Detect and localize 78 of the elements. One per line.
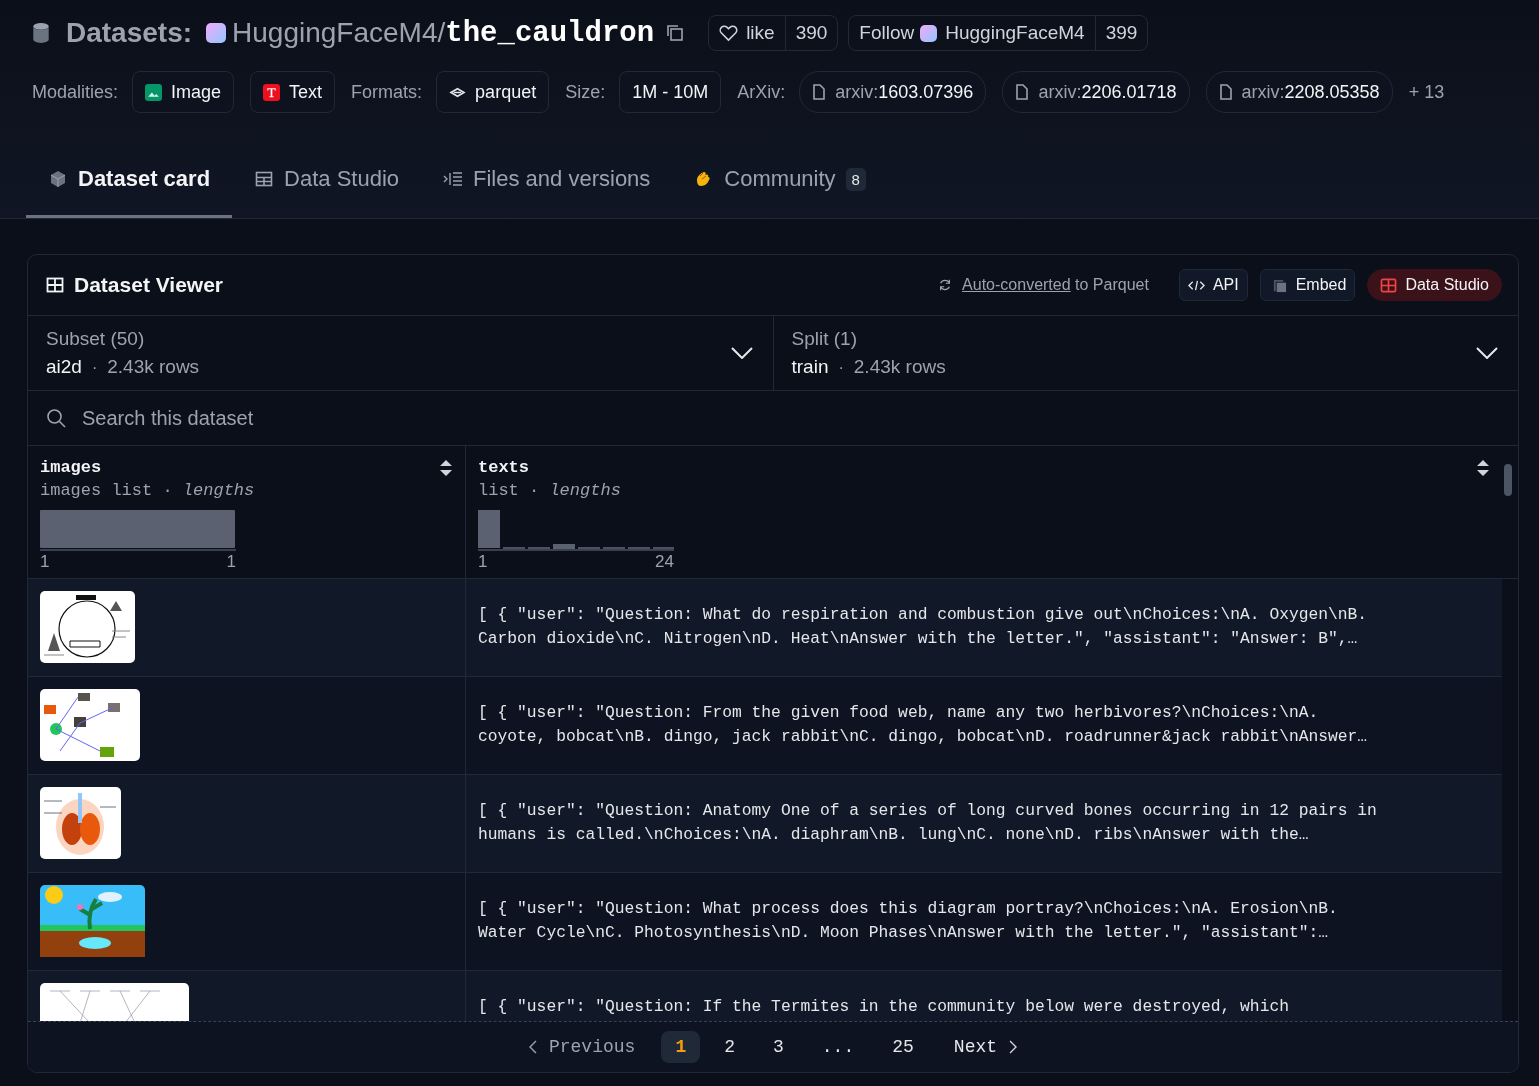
auto-converted-link[interactable]: Auto-converted [962,276,1071,293]
table-cell-text: [ { "user": "Question: What process does this diagram portray?\nChoices:\nA. Erosion\nB. Water Cycle\nC. Photosynthesis\nD. Moon Phases\nAnswer with the letter.", "assistant":… [477,898,1339,944]
range-min: 1 [478,552,488,572]
tag-chip[interactable]: arxiv:2208.05358 [1205,71,1393,113]
page-button[interactable]: 1 [661,1031,701,1063]
like-count: 390 [784,16,838,50]
tag-chip[interactable]: Text [250,71,336,113]
table-icon [254,170,275,188]
tag-chip[interactable]: 1M - 10M [619,71,722,113]
page-button[interactable]: ... [807,1031,869,1063]
chevron-right-icon [1009,1040,1018,1054]
tag-chip[interactable]: Image [132,71,235,113]
document-icon [1218,84,1233,100]
table-cell-text: [ { "user": "Question: Anatomy One of a series of long curved bones occurring in 12 pairs in humans is called.\nChoices:\nA. diaphram\nB. lung\nC. none\nD. ribs\nAnswer with the… [477,800,1378,846]
table-cell-text: [ { "user": "Question: What do respiration and combustion give out\nChoices:\nA. Oxygen\nB. Carbon dioxide\nC. Nitrogen\nD. Heat\nAnswer with the letter.", "assistant": "Answer: B",… [477,604,1369,650]
image-icon [145,83,163,101]
search-field[interactable]: Search this dataset [80,405,1500,431]
sort-icon[interactable] [439,458,453,477]
table-icon [46,276,64,294]
scrollbar[interactable] [1504,464,1512,496]
follow-button[interactable]: Follow HuggingFaceM4 399 [848,15,1149,51]
next-button[interactable]: Next [953,1037,1018,1057]
org-avatar-icon [206,23,227,43]
column-type: images list · lengths [40,481,256,500]
viewer-button[interactable]: Data Studio [1367,269,1502,301]
range-max: 24 [655,552,674,572]
page-button[interactable]: 2 [710,1031,749,1063]
nav-tab[interactable]: Dataset card [26,143,233,218]
viewer-button[interactable]: API [1178,269,1248,301]
range-max: 1 [226,552,236,572]
table-cell-text: [ { "user": "Question: From the given food web, name any two herbivores?\nChoices:\nA. coyote, bobcat\nB. dingo, jack rabbit\nC. dingo, bobcat\nD. roadrunner&jack rabbit\nAnswer… [477,702,1369,748]
subset-dropdown[interactable]: Split (1) train · 2.43k rows [772,316,1518,390]
org-avatar-icon [920,24,938,42]
previous-button[interactable]: Previous [528,1037,636,1057]
tag-chip[interactable]: arxiv:2206.01718 [1002,71,1190,113]
dataset-name: the_cauldron [445,16,655,50]
document-icon [1015,84,1030,100]
viewer-button[interactable]: Embed [1259,269,1356,301]
meta-label: Formats: [351,81,423,103]
meta-label: Size: [565,81,606,103]
page-button[interactable]: 3 [759,1031,798,1063]
database-icon [32,22,50,44]
chevron-down-icon [730,347,753,359]
copy-icon[interactable] [666,24,685,42]
table-cell-text: [ { "user": "Question: If the Termites in the community below were destroyed, which [477,996,1290,1018]
path-separator: / [437,17,446,49]
count-badge: 8 [845,167,866,191]
viewer-title: Dataset Viewer [74,273,224,297]
chevron-down-icon [1476,347,1498,359]
meta-label: ArXiv: [737,81,786,103]
follower-count: 399 [1094,16,1148,50]
section-label: Datasets: [66,17,193,49]
heart-icon [719,24,739,42]
table-icon [1380,277,1398,293]
nav-tab[interactable]: Data Studio [232,143,422,218]
tag-chip[interactable]: parquet [436,71,550,113]
document-icon [812,84,827,100]
refresh-icon [938,278,953,292]
like-button[interactable]: like 390 [708,15,839,51]
cube-icon [48,170,68,188]
meta-label: Modalities: [32,81,119,103]
page-button[interactable]: 25 [878,1031,928,1063]
column-header: texts [478,458,529,477]
letter-t-icon [263,83,281,101]
nav-tab[interactable]: Files and versions [421,143,673,218]
conversion-note: Auto-converted to Parquet [962,276,1149,294]
file-list-icon [443,170,464,188]
column-type: list · lengths [478,481,622,500]
subset-dropdown[interactable]: Subset (50) ai2d · 2.43k rows [28,316,773,390]
search-icon [46,408,66,428]
range-min: 1 [40,552,50,572]
sort-icon[interactable] [1476,458,1490,477]
nav-tab[interactable]: Community 8 [672,143,888,218]
column-header: images [40,458,102,477]
owner-link[interactable]: HuggingFaceM4 [232,17,438,49]
tag-chip[interactable]: arxiv:1603.07396 [799,71,987,113]
chevron-left-icon [528,1040,537,1054]
more-papers-link[interactable]: + 13 [1408,81,1445,103]
